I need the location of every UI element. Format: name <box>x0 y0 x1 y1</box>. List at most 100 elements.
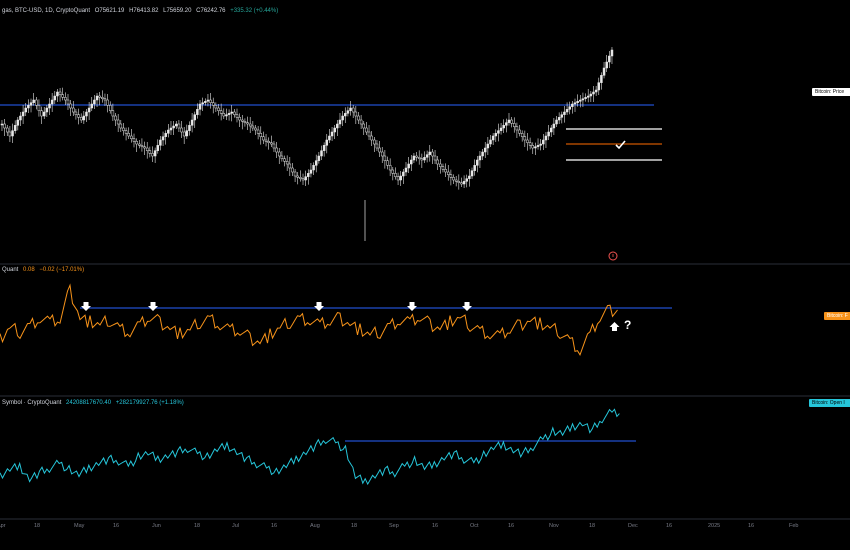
x-axis-tick-label: 16 <box>113 523 120 529</box>
candle-body <box>494 133 498 137</box>
candle-body <box>79 117 83 121</box>
candle-body <box>476 159 479 166</box>
candle-body <box>486 143 490 149</box>
candle-body <box>317 155 321 161</box>
candle-body <box>594 89 598 93</box>
candle-body <box>233 111 236 115</box>
candle-body <box>417 157 421 159</box>
candle-body <box>341 115 344 121</box>
candle-body <box>454 179 458 182</box>
candle-body <box>544 135 548 141</box>
candle-body <box>116 119 120 125</box>
x-axis-tick-label: 18 <box>34 523 41 529</box>
candle-body <box>568 106 571 110</box>
oscillator-pane <box>0 283 672 356</box>
candle-body <box>280 155 284 159</box>
candle-body <box>225 114 228 117</box>
candle-body <box>304 176 307 181</box>
candle-body <box>539 143 542 146</box>
candle-body <box>6 127 9 133</box>
oi-legend-name: Symbol · CryptoQuant <box>2 400 62 406</box>
candle-body <box>404 167 408 173</box>
candle-body <box>338 119 342 125</box>
candle-body <box>489 139 492 145</box>
candle-body <box>164 133 167 137</box>
candle-body <box>40 110 43 117</box>
candle-body <box>465 178 468 182</box>
candle-body <box>365 127 368 133</box>
x-axis-tick-label: Nov <box>549 523 559 529</box>
candle-body <box>468 175 471 179</box>
candle-body <box>248 123 252 127</box>
candle-body <box>159 139 162 146</box>
candle-body <box>571 103 574 107</box>
candle-body <box>407 163 410 169</box>
candle-body <box>312 165 315 171</box>
x-axis-tick-label: 2025 <box>708 523 721 529</box>
candle-body <box>288 163 292 169</box>
candle-body <box>549 127 553 133</box>
candle-body <box>272 143 276 149</box>
candle-body <box>108 105 112 111</box>
candle-body <box>188 125 191 131</box>
candle-body <box>56 91 59 97</box>
x-axis-tick-label: 16 <box>748 523 755 529</box>
open-interest-series-line <box>0 408 620 486</box>
candle-body <box>42 111 46 117</box>
candle-body <box>148 150 152 154</box>
candle-body <box>428 151 432 155</box>
price-legend: gas, BTC-USD, 1D, CryptoQuant O75621.19 … <box>2 8 281 14</box>
open-interest-pane <box>0 408 636 486</box>
candle-body <box>513 123 516 127</box>
candle-body <box>452 177 455 181</box>
candle-body <box>172 125 175 129</box>
price-legend-change: +335.32 (+0.44%) <box>230 8 279 14</box>
candle-body <box>222 113 226 117</box>
candle-body <box>256 129 260 134</box>
candle-body <box>114 115 117 121</box>
candle-body <box>423 157 426 161</box>
candle-body <box>190 119 194 126</box>
candle-body <box>314 160 318 166</box>
candle-body <box>346 110 350 114</box>
oi-legend-change: +282179927.76 (+1.18%) <box>115 400 184 406</box>
candle-body <box>151 153 154 157</box>
candle-body <box>547 131 550 137</box>
candle-body <box>391 169 395 174</box>
candle-body <box>214 105 218 109</box>
candle-body <box>534 146 537 149</box>
candle-body <box>573 102 577 105</box>
candle-body <box>344 113 347 117</box>
x-axis-tick-label: Feb <box>789 523 799 529</box>
candle-body <box>293 171 297 177</box>
candle-body <box>153 150 157 157</box>
price-legend-low: L75659.20 <box>163 8 192 14</box>
candle-body <box>431 151 434 157</box>
candle-body <box>560 114 564 118</box>
candle-body <box>193 114 196 121</box>
candle-body <box>433 155 437 161</box>
candle-body <box>460 182 463 185</box>
candle-body <box>122 127 125 131</box>
candle-body <box>211 102 215 106</box>
candle-body <box>497 130 500 134</box>
candle-body <box>592 91 595 95</box>
chart-canvas[interactable] <box>0 0 850 550</box>
x-axis-tick-label: Apr <box>0 523 6 529</box>
candle-body <box>542 139 545 145</box>
candle-body <box>322 145 326 151</box>
candle-body <box>156 145 160 151</box>
candle-body <box>536 145 540 147</box>
candle-body <box>378 147 381 153</box>
candle-body <box>518 129 521 134</box>
candle-body <box>528 142 532 146</box>
down-arrow-icon <box>407 302 417 311</box>
candle-body <box>330 131 334 137</box>
candle-body <box>584 97 587 99</box>
candle-body <box>8 131 12 137</box>
candle-body <box>301 178 305 181</box>
candle-body <box>608 55 611 63</box>
x-axis-tick-label: 16 <box>271 523 278 529</box>
down-arrow-icon <box>148 302 158 311</box>
candle-body <box>354 111 358 117</box>
